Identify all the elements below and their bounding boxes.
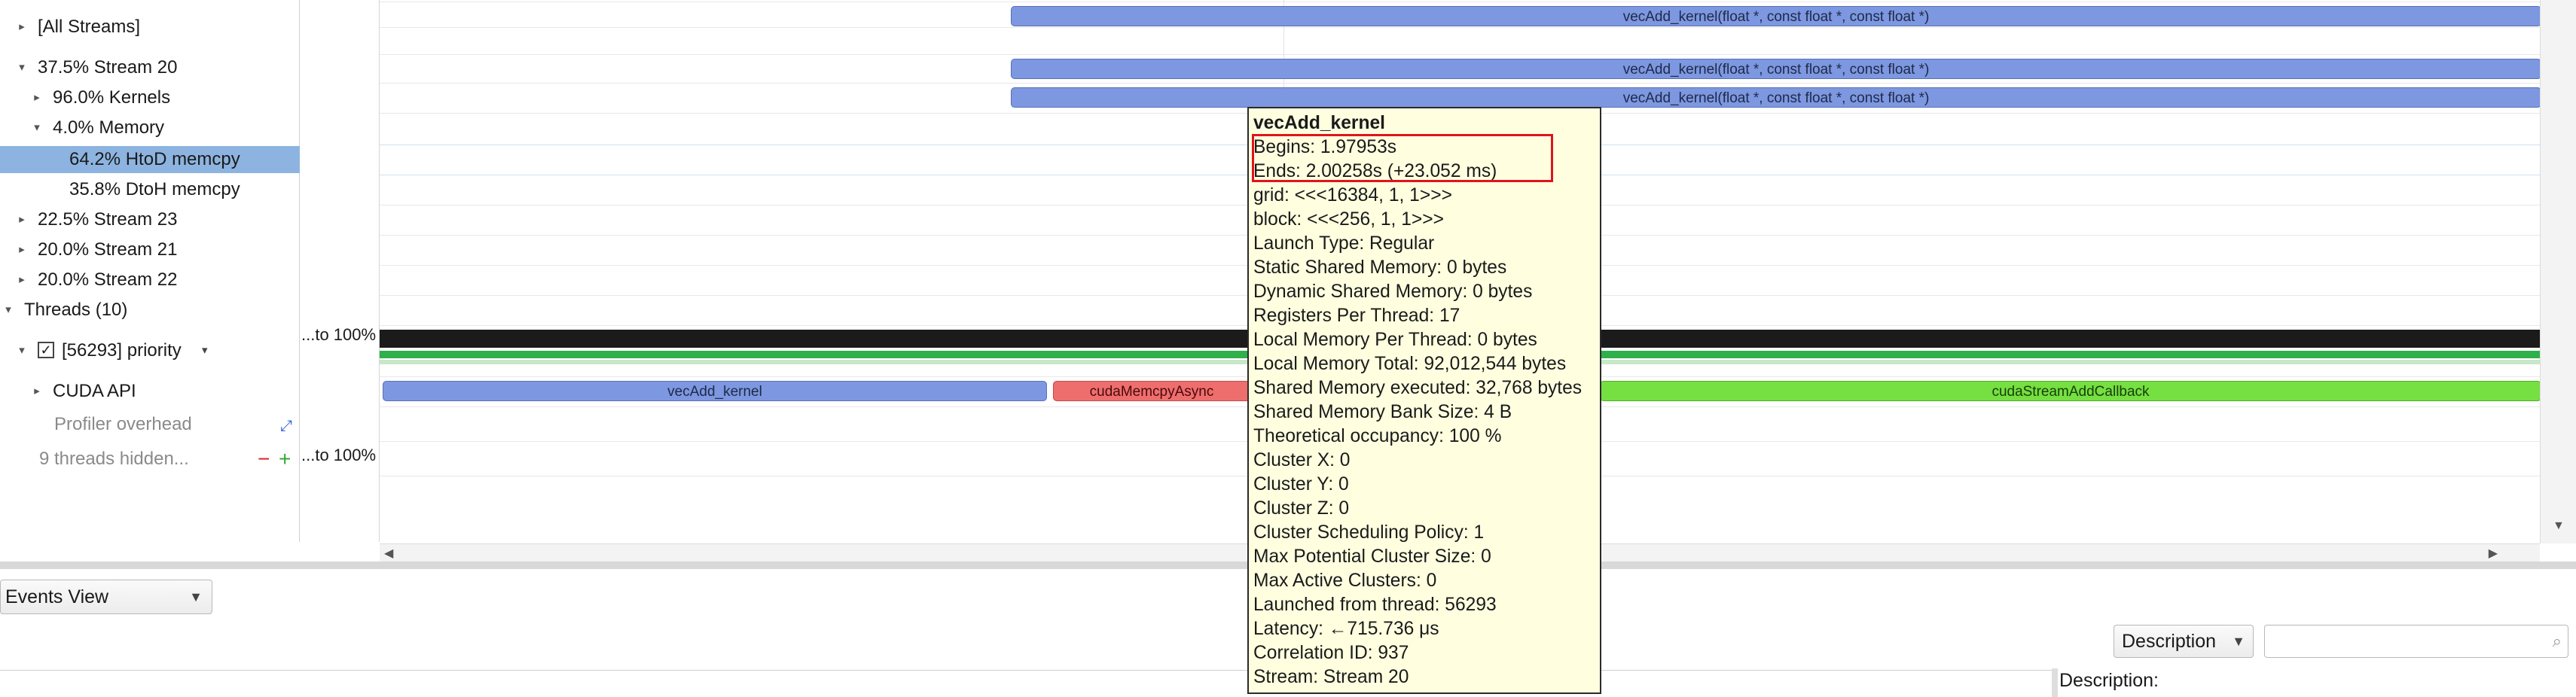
triangle-right-icon[interactable]: ▸ — [15, 273, 29, 287]
triangle-down-icon[interactable]: ▾ — [2, 303, 15, 317]
tooltip-line: Max Active Clusters: 0 — [1253, 571, 1437, 591]
events-view-select[interactable]: Events View ▼ — [0, 580, 212, 614]
kernel-bar-all-streams[interactable]: vecAdd_kernel(float *, const float *, co… — [1011, 6, 2540, 26]
scroll-down-icon[interactable]: ▼ — [2553, 519, 2565, 533]
triangle-right-icon[interactable]: ▸ — [15, 213, 29, 227]
triangle-down-icon[interactable]: ▾ — [15, 344, 29, 358]
vertical-scrollbar[interactable]: ▼ — [2540, 0, 2576, 543]
triangle-right-icon[interactable]: ▸ — [30, 91, 44, 105]
search-icon: ⌕ — [2552, 632, 2562, 650]
tooltip-line: Cluster X: 0 — [1253, 450, 1351, 470]
tooltip-line: Latency: ←715.736 μs — [1253, 619, 1439, 639]
plus-icon[interactable]: + — [279, 447, 291, 471]
tree-row-label: [56293] priority — [62, 340, 182, 361]
tree-row-label: 35.8% DtoH memcpy — [69, 179, 240, 199]
triangle-down-icon[interactable]: ▾ — [15, 61, 29, 75]
events-view-label: Events View — [5, 586, 109, 607]
tree-row-label: Profiler overhead — [54, 414, 192, 434]
metric-label: ...to 100% — [301, 446, 377, 464]
metric-label: ...to 100% — [301, 325, 377, 344]
tooltip-line: Stream: Stream 20 — [1253, 667, 1409, 687]
tree-row-label: 4.0% Memory — [53, 117, 165, 138]
cuda-api-bar-callback[interactable]: cudaStreamAddCallback — [1600, 381, 2540, 401]
kernel-tooltip: vecAdd_kernel Begins: 1.97953s Ends: 2.0… — [1247, 107, 1601, 694]
tooltip-line: Launched from thread: 56293 — [1253, 595, 1497, 615]
chevron-down-icon[interactable]: ▾ — [202, 339, 208, 363]
panel-divider[interactable] — [2052, 668, 2058, 697]
checkbox-checked-icon[interactable]: ✓ — [38, 342, 54, 358]
events-table[interactable] — [0, 670, 2052, 697]
description-select-label: Description — [2122, 631, 2217, 652]
chevron-down-icon: ▼ — [189, 589, 203, 604]
tree-row-label: CUDA API — [53, 381, 136, 401]
tooltip-line: Registers Per Thread: 17 — [1253, 306, 1460, 326]
scroll-left-icon[interactable]: ◀ — [384, 546, 393, 561]
tree-row-label: 20.0% Stream 21 — [38, 239, 178, 260]
chevron-down-icon: ▼ — [2232, 634, 2245, 649]
link-icon[interactable]: ⤢ — [280, 414, 292, 438]
tree-row-label: 20.0% Stream 22 — [38, 269, 178, 290]
triangle-right-icon[interactable]: ▸ — [15, 20, 29, 34]
cuda-api-bar-memcpy[interactable]: cudaMemcpyAsync — [1053, 381, 1250, 401]
metric-panel: ...to 100% ...to 100% — [300, 0, 380, 542]
highlight-box — [1252, 134, 1553, 182]
tree-row-label: 64.2% HtoD memcpy — [69, 149, 240, 169]
tooltip-line: grid: <<<16384, 1, 1>>> — [1253, 185, 1452, 205]
tree-row-htod-memcpy[interactable]: 64.2% HtoD memcpy — [0, 146, 300, 173]
tooltip-line: Local Memory Total: 92,012,544 bytes — [1253, 354, 1567, 374]
tooltip-line: Shared Memory executed: 32,768 bytes — [1253, 378, 1583, 398]
triangle-right-icon[interactable]: ▸ — [15, 243, 29, 257]
tooltip-line: Cluster Y: 0 — [1253, 474, 1349, 495]
tooltip-line: Max Potential Cluster Size: 0 — [1253, 546, 1491, 567]
minus-icon[interactable]: − — [258, 447, 270, 471]
tooltip-title: vecAdd_kernel — [1253, 113, 1385, 133]
tree-row-label: 96.0% Kernels — [53, 87, 171, 108]
description-select[interactable]: Description ▼ — [2114, 625, 2254, 658]
tooltip-line: Static Shared Memory: 0 bytes — [1253, 257, 1507, 278]
tooltip-line: Cluster Scheduling Policy: 1 — [1253, 522, 1485, 543]
triangle-down-icon[interactable]: ▾ — [30, 121, 44, 135]
tooltip-line: Correlation ID: 937 — [1253, 643, 1409, 663]
triangle-right-icon[interactable]: ▸ — [30, 385, 44, 398]
description-label: Description: — [2059, 670, 2159, 691]
kernel-bar-kernels[interactable]: vecAdd_kernel(float *, const float *, co… — [1011, 87, 2540, 108]
tooltip-details: grid: <<<16384, 1, 1>>> block: <<<256, 1,… — [1253, 184, 1595, 689]
kernel-bar-stream20[interactable]: vecAdd_kernel(float *, const float *, co… — [1011, 59, 2540, 79]
tooltip-line: Cluster Z: 0 — [1253, 498, 1350, 519]
cuda-api-bar-vecadd[interactable]: vecAdd_kernel — [383, 381, 1047, 401]
timeline-tree-panel: ▸ [All Streams] ▾ 37.5% Stream 20 ▸ 96.0… — [0, 0, 300, 542]
tree-row-label: [All Streams] — [38, 17, 141, 37]
tooltip-line: Shared Memory Bank Size: 4 B — [1253, 402, 1512, 422]
tree-row-label: 9 threads hidden... — [39, 449, 189, 469]
tree-row-label: 22.5% Stream 23 — [38, 209, 178, 230]
tooltip-line: Local Memory Per Thread: 0 bytes — [1253, 330, 1537, 350]
tooltip-line: Dynamic Shared Memory: 0 bytes — [1253, 282, 1533, 302]
tooltip-line: Launch Type: Regular — [1253, 233, 1435, 254]
tooltip-line: block: <<<256, 1, 1>>> — [1253, 209, 1444, 230]
tree-row-label: Threads (10) — [24, 300, 128, 320]
tooltip-line: Theoretical occupancy: 100 % — [1253, 426, 1502, 446]
scroll-right-icon[interactable]: ▶ — [2489, 546, 2498, 561]
search-input[interactable]: ⌕ — [2264, 625, 2568, 658]
tree-row-label: 37.5% Stream 20 — [38, 57, 178, 78]
